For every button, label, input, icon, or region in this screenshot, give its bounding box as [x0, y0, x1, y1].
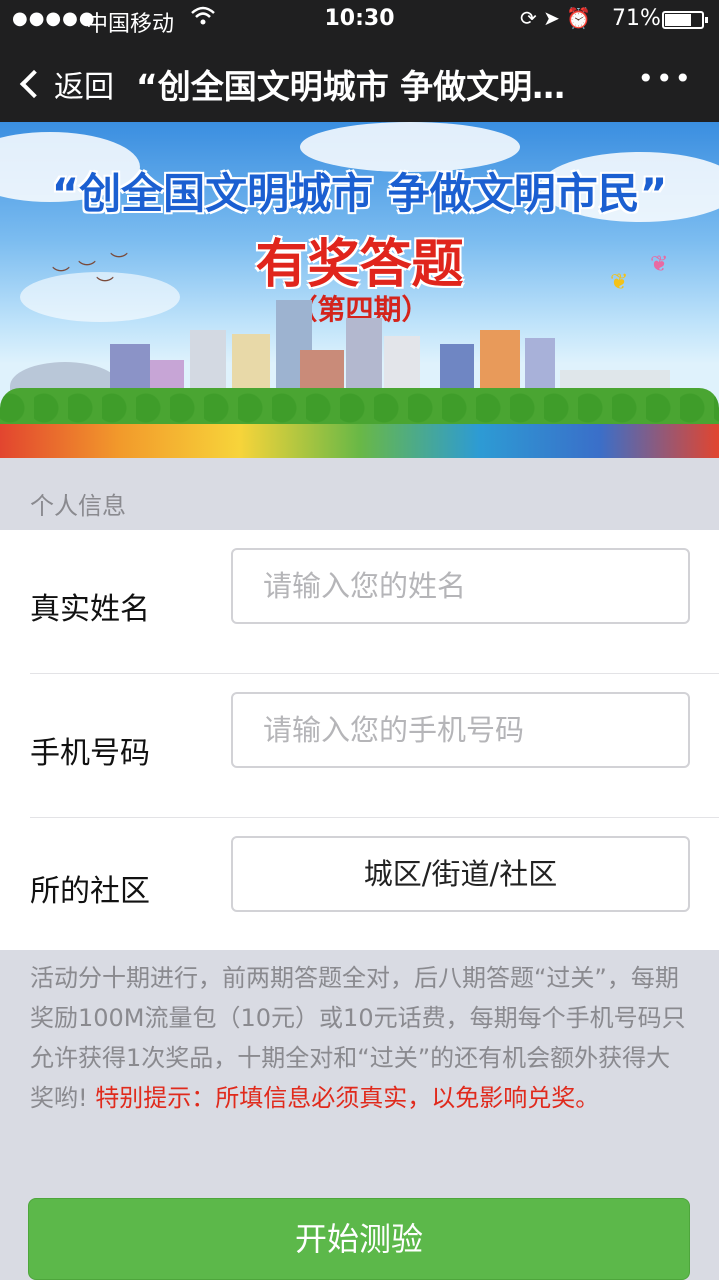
community-select[interactable]: 城区/街道/社区 [231, 836, 690, 912]
bird-icon: ︶ [78, 260, 96, 281]
name-row: 真实姓名 [0, 530, 719, 674]
bird-icon: ︶ [52, 266, 70, 287]
name-input[interactable] [231, 548, 690, 624]
bird-icon: ︶ [110, 252, 128, 273]
status-bar: ●●●●● 中国移动 10:30 ⟳ ➤ ⏰ 71% [0, 0, 719, 40]
page-title: “创全国文明城市 争做文明… [136, 67, 566, 106]
phone-row: 手机号码 [0, 674, 719, 818]
rotation-lock-icon: ⟳ [520, 6, 537, 30]
bird-icon: ︶ [96, 276, 114, 297]
status-icons: ⟳ ➤ ⏰ [520, 6, 591, 30]
banner-image: “创全国文明城市 争做文明市民” 有奖答题 （第四期） ︶ ︶ ︶ ︶ ❦ ❦ [0, 122, 719, 458]
butterfly-icon: ❦ [650, 252, 669, 277]
notice-warning: 特别提示：所填信息必须真实，以免影响兑奖。 [95, 1084, 600, 1112]
alarm-icon: ⏰ [566, 6, 592, 30]
section-title: 个人信息 [30, 492, 126, 520]
banner-slogan: “创全国文明城市 争做文明市民” [51, 169, 668, 218]
back-button[interactable]: 返回 [16, 62, 114, 106]
location-icon: ➤ [543, 6, 560, 30]
phone-input[interactable] [231, 692, 690, 768]
personal-info-form: 真实姓名 手机号码 所的社区 城区/街道/社区 [0, 530, 719, 950]
community-label: 所的社区 [30, 874, 150, 909]
community-row: 所的社区 城区/街道/社区 [0, 818, 719, 962]
more-icon[interactable]: ••• [637, 62, 693, 95]
chevron-left-icon [19, 69, 49, 99]
battery-percent: 71% [612, 6, 661, 31]
back-label: 返回 [54, 70, 114, 105]
notice-text: 活动分十期进行，前两期答题全对，后八期答题“过关”，每期奖励100M流量包（10… [30, 958, 694, 1118]
phone-label: 手机号码 [30, 736, 150, 771]
section-header: 个人信息 [0, 458, 719, 530]
name-label: 真实姓名 [30, 592, 150, 627]
butterfly-icon: ❦ [610, 270, 629, 295]
start-quiz-button[interactable]: 开始测验 [28, 1198, 690, 1280]
nav-bar: 返回 “创全国文明城市 争做文明… ••• [0, 40, 719, 122]
battery-icon [662, 11, 708, 29]
